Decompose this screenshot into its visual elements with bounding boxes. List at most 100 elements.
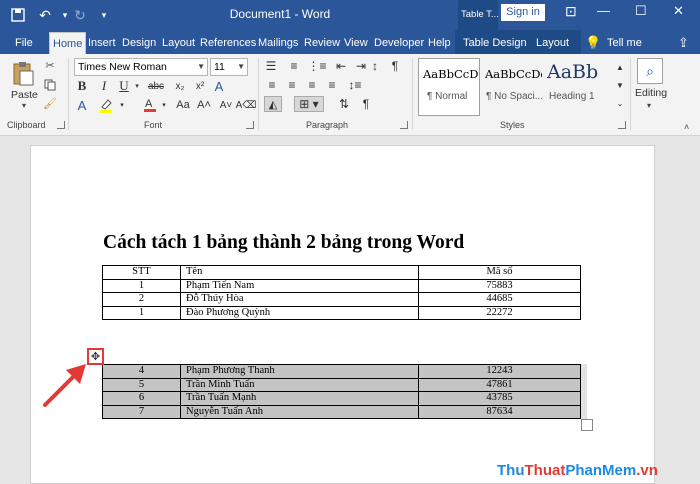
chevron-down-icon[interactable]: ▼: [197, 59, 205, 75]
strikethrough-icon[interactable]: abc: [146, 78, 166, 94]
font-color-icon[interactable]: A: [142, 96, 158, 112]
tab-review[interactable]: Review: [301, 32, 343, 56]
document-heading[interactable]: Cách tách 1 bảng thành 2 bảng trong Word: [103, 232, 464, 254]
share-icon[interactable]: ⇪: [675, 32, 692, 56]
bold-icon[interactable]: B: [74, 78, 90, 94]
styles-more-icon[interactable]: ⌄: [615, 96, 625, 110]
tab-insert[interactable]: Insert: [85, 32, 119, 56]
editing-label[interactable]: Editing: [635, 87, 667, 99]
collapse-ribbon-icon[interactable]: ˄: [684, 122, 689, 132]
tab-layout[interactable]: Layout: [159, 32, 198, 56]
table-cell[interactable]: 43785: [418, 391, 581, 406]
align-center-icon[interactable]: ≡: [284, 78, 300, 92]
text-effects-icon[interactable]: A: [74, 97, 90, 113]
style-heading-1[interactable]: AaBb Heading 1: [542, 58, 600, 116]
numbering-icon[interactable]: ≡: [285, 58, 303, 74]
ribbon-display-icon[interactable]: ⊡: [565, 3, 577, 20]
sign-in-button[interactable]: Sign in: [501, 4, 545, 21]
search-icon[interactable]: ⌕: [637, 58, 663, 84]
shading-icon[interactable]: ◭: [264, 96, 282, 112]
table-2[interactable]: 4 Phạm Phương Thanh 12243 5 Trần Minh Tu…: [102, 364, 581, 419]
tab-help[interactable]: Help: [425, 32, 454, 56]
table-cell[interactable]: 44685: [418, 292, 581, 307]
tab-references[interactable]: References: [197, 32, 259, 56]
table-resize-handle[interactable]: [581, 419, 593, 431]
font-name-combo[interactable]: Times New Roman ▼: [74, 58, 208, 76]
table-cell[interactable]: Trần Tuấn Mạnh: [180, 391, 419, 406]
sort-icon[interactable]: ↕: [367, 58, 383, 74]
table-cell[interactable]: 1: [102, 278, 181, 293]
paragraph-launcher-icon[interactable]: [400, 121, 408, 129]
tab-developer[interactable]: Developer: [371, 32, 427, 56]
table-cell[interactable]: Đỗ Thúy Hòa: [180, 292, 419, 307]
font-launcher-icon[interactable]: [246, 121, 254, 129]
table-cell[interactable]: Nguyễn Tuấn Anh: [180, 404, 419, 419]
styles-launcher-icon[interactable]: [618, 121, 626, 129]
tab-design[interactable]: Design: [119, 32, 159, 56]
styles-scroll-down-icon[interactable]: ▼: [615, 78, 625, 92]
font-size-combo[interactable]: 11 ▼: [210, 58, 248, 76]
style-no-spacing[interactable]: AaBbCcDc ¶ No Spaci...: [481, 58, 543, 116]
highlight-icon[interactable]: [98, 97, 114, 113]
table-cell[interactable]: 1: [102, 305, 181, 320]
table-cell[interactable]: 4: [102, 364, 181, 379]
underline-dropdown-icon[interactable]: ▾: [133, 80, 141, 92]
table-cell[interactable]: 5: [102, 377, 181, 392]
superscript-icon[interactable]: x²: [192, 78, 208, 94]
paste-dropdown-icon[interactable]: ▾: [22, 101, 26, 110]
table-cell[interactable]: Đào Phương Quỳnh: [180, 305, 419, 320]
decrease-indent-icon[interactable]: ⇤: [333, 58, 349, 74]
style-normal[interactable]: AaBbCcDc ¶ Normal: [418, 58, 480, 116]
show-formatting-icon[interactable]: ¶: [387, 58, 403, 74]
table-cell[interactable]: 12243: [418, 364, 581, 379]
underline-icon[interactable]: U: [116, 78, 132, 94]
table-header-cell[interactable]: Mã số: [418, 265, 581, 280]
align-right-icon[interactable]: ≡: [304, 78, 320, 92]
line-spacing-icon[interactable]: ↕≡: [346, 78, 364, 92]
justify-icon[interactable]: ≡: [324, 78, 340, 92]
borders-icon[interactable]: ⊞ ▾: [294, 96, 324, 112]
tab-table-design[interactable]: Table Design: [460, 32, 530, 56]
tab-home[interactable]: Home: [49, 32, 87, 56]
bullets-icon[interactable]: ☰: [262, 58, 280, 74]
tab-file[interactable]: File: [12, 32, 36, 56]
table-cell[interactable]: 75883: [418, 278, 581, 293]
tab-view[interactable]: View: [341, 32, 371, 56]
editing-dropdown-icon[interactable]: ▾: [647, 101, 651, 110]
subscript-icon[interactable]: x₂: [172, 78, 188, 94]
tell-me-search[interactable]: Tell me: [604, 32, 645, 56]
table-cell[interactable]: 87634: [418, 404, 581, 419]
paste-icon[interactable]: [10, 60, 36, 88]
table-cell[interactable]: 7: [102, 404, 181, 419]
font-color-dropdown-icon[interactable]: ▾: [160, 99, 168, 111]
paragraph-mark-icon[interactable]: ¶: [358, 96, 374, 112]
table-header-cell[interactable]: Tên: [180, 265, 419, 280]
table-cell[interactable]: Phạm Tiến Nam: [180, 278, 419, 293]
styles-scroll-up-icon[interactable]: ▲: [615, 60, 625, 74]
text-direction-icon[interactable]: ⇅: [336, 96, 352, 112]
table-cell[interactable]: 22272: [418, 305, 581, 320]
shrink-font-icon[interactable]: A˅: [218, 97, 234, 113]
maximize-icon[interactable]: ☐: [635, 3, 647, 19]
grow-font-icon[interactable]: A˄: [196, 97, 212, 113]
change-case-icon[interactable]: Aa: [175, 97, 191, 113]
table-cell[interactable]: 47861: [418, 377, 581, 392]
tab-table-layout[interactable]: Layout: [533, 32, 572, 56]
multilevel-list-icon[interactable]: ⋮≡: [308, 58, 327, 74]
table-cell[interactable]: 2: [102, 292, 181, 307]
format-painter-icon[interactable]: 🖌: [43, 96, 57, 110]
clipboard-launcher-icon[interactable]: [57, 121, 65, 129]
table-header-cell[interactable]: STT: [102, 265, 181, 280]
text-effects-icon[interactable]: A: [212, 78, 226, 94]
table-cell[interactable]: Phạm Phương Thanh: [180, 364, 419, 379]
paste-label[interactable]: Paste: [11, 89, 38, 101]
copy-icon[interactable]: [43, 78, 57, 92]
minimize-icon[interactable]: —: [597, 3, 610, 18]
align-left-icon[interactable]: ≡: [264, 78, 280, 92]
table-1[interactable]: STT Tên Mã số 1 Phạm Tiến Nam 75883 2 Đỗ…: [102, 265, 581, 320]
highlight-dropdown-icon[interactable]: ▾: [118, 99, 126, 111]
italic-icon[interactable]: I: [96, 78, 112, 94]
clear-formatting-icon[interactable]: A⌫: [236, 97, 257, 113]
close-icon[interactable]: ✕: [673, 3, 684, 19]
chevron-down-icon[interactable]: ▼: [237, 59, 245, 75]
